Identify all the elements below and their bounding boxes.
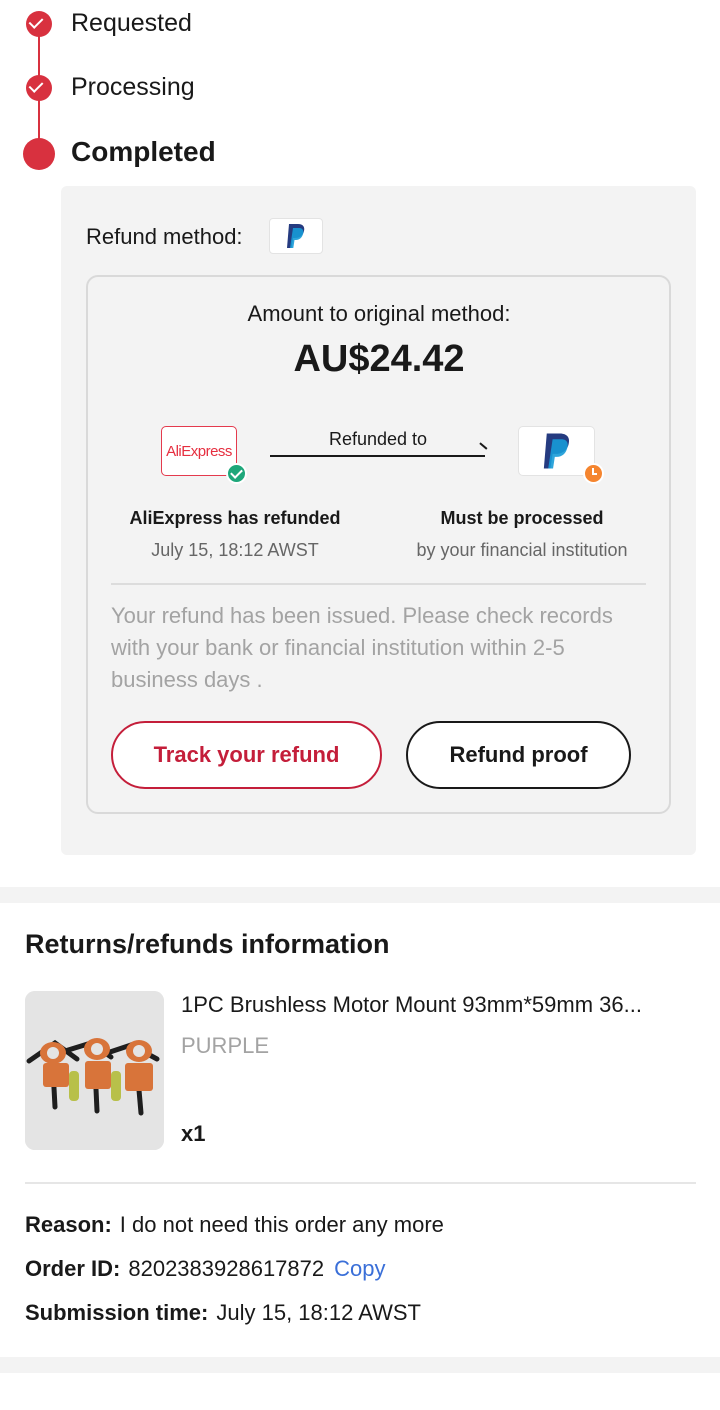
divider: [111, 583, 646, 585]
paypal-icon: [287, 224, 305, 248]
step-requested-label: Requested: [71, 9, 192, 37]
paypal-icon: [543, 433, 569, 469]
step-processing-label: Processing: [71, 73, 195, 101]
product-variant: PURPLE: [181, 1033, 270, 1058]
submission-time-row: Submission time: July 15, 18:12 AWST: [25, 1300, 421, 1326]
order-id-value: 8202383928617872: [128, 1256, 325, 1281]
reason-row: Reason: I do not need this order any more: [25, 1212, 444, 1238]
refund-amount: AU$24.42: [293, 338, 465, 380]
submission-time-key: Submission time:: [25, 1300, 209, 1325]
amount-label: Amount to original method:: [247, 301, 511, 326]
reason-key: Reason:: [25, 1212, 112, 1237]
step-completed-label: Completed: [71, 136, 216, 167]
copy-order-id-link[interactable]: Copy: [334, 1256, 385, 1281]
refund-proof-button[interactable]: Refund proof: [406, 721, 631, 789]
product-image: [25, 991, 164, 1150]
divider: [25, 1182, 696, 1184]
from-time: July 15, 18:12 AWST: [151, 540, 319, 560]
product-quantity: x1: [181, 1121, 206, 1146]
step-done-icon: [26, 11, 52, 37]
track-refund-button[interactable]: Track your refund: [111, 721, 382, 789]
check-icon: [28, 78, 44, 93]
section-separator: [0, 887, 720, 903]
check-icon: [28, 14, 44, 29]
section-separator: [0, 1357, 720, 1373]
product-name[interactable]: 1PC Brushless Motor Mount 93mm*59mm 36..…: [181, 992, 696, 1018]
refund-method-label: Refund method:: [86, 224, 243, 249]
from-title: AliExpress has refunded: [129, 508, 341, 528]
order-id-key: Order ID:: [25, 1256, 121, 1281]
paypal-chip: [269, 218, 323, 254]
arrow-line: [270, 455, 485, 457]
check-circle-icon: [226, 463, 247, 484]
submission-time-value: July 15, 18:12 AWST: [216, 1300, 421, 1325]
section-title: Returns/refunds information: [25, 929, 390, 959]
reason-value: I do not need this order any more: [119, 1212, 444, 1237]
refund-notice: Your refund has been issued. Please chec…: [111, 603, 613, 692]
step-done-icon: [26, 75, 52, 101]
step-current-icon: [23, 138, 55, 170]
refunded-to-label: Refunded to: [328, 429, 428, 449]
to-title: Must be processed: [440, 508, 604, 528]
product-thumbnail[interactable]: [25, 991, 164, 1150]
order-id-row: Order ID: 8202383928617872 Copy: [25, 1256, 385, 1282]
clock-icon: [583, 463, 604, 484]
to-subtitle: by your financial institution: [416, 540, 628, 560]
aliexpress-logo: AliExpress: [161, 426, 237, 476]
